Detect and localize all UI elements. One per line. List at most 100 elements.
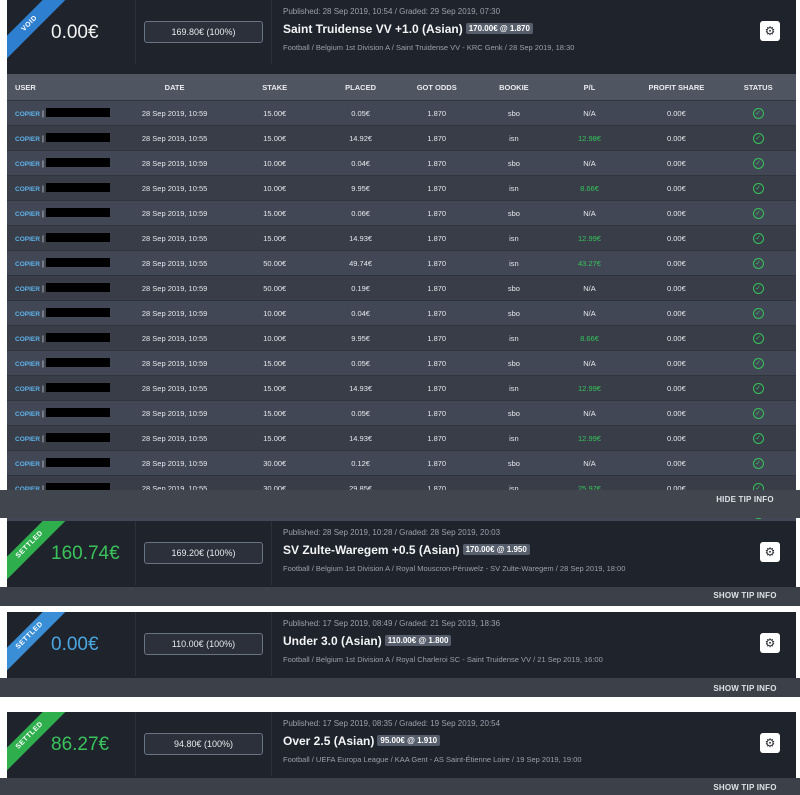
redacted-user-name bbox=[46, 233, 111, 242]
pl-cell: 12.98€ bbox=[546, 125, 633, 151]
tip-title: Saint Truidense VV +1.0 (Asian) 170.00€ @… bbox=[283, 22, 533, 36]
stake-cell: 15.00€ bbox=[220, 400, 329, 426]
user-cell: COPIER | bbox=[7, 275, 129, 301]
user-cell: COPIER | bbox=[7, 325, 129, 351]
profit-share-cell: 0.00€ bbox=[632, 425, 721, 451]
tip-title: Under 3.0 (Asian) 110.00€ @ 1.800 bbox=[283, 634, 452, 648]
date-cell: 28 Sep 2019, 10:55 bbox=[128, 325, 221, 351]
check-circle-icon: ✓ bbox=[752, 132, 764, 144]
divider bbox=[271, 612, 272, 676]
stake-cell: 15.00€ bbox=[220, 350, 329, 376]
stake-cell: 10.00€ bbox=[220, 325, 329, 351]
placed-cell: 0.12€ bbox=[328, 450, 393, 476]
odds-cell: 1.870 bbox=[392, 200, 482, 226]
user-role: COPIER bbox=[15, 386, 40, 393]
stake-cell: 15.00€ bbox=[220, 425, 329, 451]
bookie-cell: sbo bbox=[481, 350, 547, 376]
status-cell: ✓ bbox=[720, 150, 796, 176]
profit-share-cell: 0.00€ bbox=[632, 100, 721, 126]
bookie-cell: isn bbox=[481, 175, 547, 201]
status-cell: ✓ bbox=[720, 400, 796, 426]
status-cell: ✓ bbox=[720, 175, 796, 201]
date-cell: 28 Sep 2019, 10:55 bbox=[128, 250, 221, 276]
redacted-user-name bbox=[46, 108, 111, 117]
table-row: COPIER | 28 Sep 2019, 10:55 10.00€ 9.95€ 1.… bbox=[7, 175, 796, 201]
stake-button[interactable]: 169.80€ (100%) bbox=[144, 21, 263, 43]
pl-cell: N/A bbox=[546, 450, 633, 476]
placed-cell: 14.93€ bbox=[328, 225, 393, 251]
settings-button[interactable]: ⚙ bbox=[760, 21, 780, 41]
check-circle-icon: ✓ bbox=[752, 257, 764, 269]
hide-tip-info-button[interactable]: HIDE TIP INFO bbox=[702, 493, 788, 507]
col-date: DATE bbox=[164, 82, 185, 92]
user-cell: COPIER | bbox=[7, 450, 129, 476]
user-cell: COPIER | bbox=[7, 425, 129, 451]
table-row: COPIER | 28 Sep 2019, 10:55 15.00€ 14.93€ 1… bbox=[7, 375, 796, 401]
spacer bbox=[7, 64, 796, 74]
redacted-user-name bbox=[46, 383, 111, 392]
redacted-user-name bbox=[46, 308, 111, 317]
check-circle-icon: ✓ bbox=[752, 207, 764, 219]
bookie-cell: isn bbox=[481, 375, 547, 401]
user-role: COPIER bbox=[15, 411, 40, 418]
show-tip-info-button[interactable]: SHOW TIP INFO bbox=[702, 682, 788, 696]
date-cell: 28 Sep 2019, 10:55 bbox=[128, 175, 221, 201]
redacted-user-name bbox=[46, 158, 111, 167]
check-circle-icon: ✓ bbox=[752, 107, 764, 119]
settings-button[interactable]: ⚙ bbox=[760, 733, 780, 753]
bookie-cell: sbo bbox=[481, 275, 547, 301]
placed-cell: 0.05€ bbox=[328, 400, 393, 426]
tip-title: Over 2.5 (Asian) 95.00€ @ 1.910 bbox=[283, 734, 441, 748]
tip-header: SETTLED 0.00€ 110.00€ (100%) Published: … bbox=[7, 612, 796, 676]
odds-cell: 1.870 bbox=[392, 225, 482, 251]
tip-result-amount: 160.74€ bbox=[51, 543, 120, 564]
redacted-user-name bbox=[46, 258, 111, 267]
bookie-cell: sbo bbox=[481, 200, 547, 226]
placed-cell: 14.92€ bbox=[328, 125, 393, 151]
stake-button[interactable]: 169.20€ (100%) bbox=[144, 542, 263, 564]
bookie-cell: isn bbox=[481, 325, 547, 351]
table-row: COPIER | 28 Sep 2019, 10:59 15.00€ 0.06€ 1.… bbox=[7, 200, 796, 226]
status-cell: ✓ bbox=[720, 125, 796, 151]
profit-share-cell: 0.00€ bbox=[632, 250, 721, 276]
stake-button[interactable]: 110.00€ (100%) bbox=[144, 633, 263, 655]
bookie-cell: sbo bbox=[481, 100, 547, 126]
stake-cell: 15.00€ bbox=[220, 125, 329, 151]
date-cell: 28 Sep 2019, 10:59 bbox=[128, 400, 221, 426]
show-tip-info-button[interactable]: SHOW TIP INFO bbox=[702, 781, 788, 795]
date-cell: 28 Sep 2019, 10:59 bbox=[128, 350, 221, 376]
pl-cell: N/A bbox=[546, 275, 633, 301]
user-cell: COPIER | bbox=[7, 125, 129, 151]
stake-button[interactable]: 94.80€ (100%) bbox=[144, 733, 263, 755]
settings-button[interactable]: ⚙ bbox=[760, 633, 780, 653]
user-role: COPIER bbox=[15, 361, 40, 368]
user-cell: COPIER | bbox=[7, 175, 129, 201]
stake-cell: 10.00€ bbox=[220, 300, 329, 326]
placed-cell: 0.05€ bbox=[328, 350, 393, 376]
table-row: COPIER | 28 Sep 2019, 10:59 30.00€ 0.12€ 1.… bbox=[7, 450, 796, 476]
status-cell: ✓ bbox=[720, 275, 796, 301]
table-row: COPIER | 28 Sep 2019, 10:59 15.00€ 0.05€ 1.… bbox=[7, 100, 796, 126]
status-cell: ✓ bbox=[720, 325, 796, 351]
show-tip-info-button[interactable]: SHOW TIP INFO bbox=[702, 589, 788, 603]
check-circle-icon: ✓ bbox=[752, 407, 764, 419]
pl-cell: 12.99€ bbox=[546, 375, 633, 401]
table-row: COPIER | 28 Sep 2019, 10:55 10.00€ 9.95€ 1.… bbox=[7, 325, 796, 351]
date-cell: 28 Sep 2019, 10:55 bbox=[128, 125, 221, 151]
settings-button[interactable]: ⚙ bbox=[760, 542, 780, 562]
user-role: COPIER bbox=[15, 286, 40, 293]
profit-share-cell: 0.00€ bbox=[632, 125, 721, 151]
user-role: COPIER bbox=[15, 261, 40, 268]
table-row: COPIER | 28 Sep 2019, 10:55 15.00€ 14.92€ 1… bbox=[7, 125, 796, 151]
tip-card: SETTLED 86.27€ 94.80€ (100%) Published: … bbox=[7, 712, 796, 778]
bookie-cell: isn bbox=[481, 250, 547, 276]
profit-share-cell: 0.00€ bbox=[632, 150, 721, 176]
placed-cell: 0.06€ bbox=[328, 200, 393, 226]
placed-cell: 0.05€ bbox=[328, 100, 393, 126]
user-cell: COPIER | bbox=[7, 200, 129, 226]
divider bbox=[271, 521, 272, 585]
table-row: COPIER | 28 Sep 2019, 10:59 50.00€ 0.19€ 1.… bbox=[7, 275, 796, 301]
user-role: COPIER bbox=[15, 236, 40, 243]
user-role: COPIER bbox=[15, 186, 40, 193]
profit-share-cell: 0.00€ bbox=[632, 175, 721, 201]
